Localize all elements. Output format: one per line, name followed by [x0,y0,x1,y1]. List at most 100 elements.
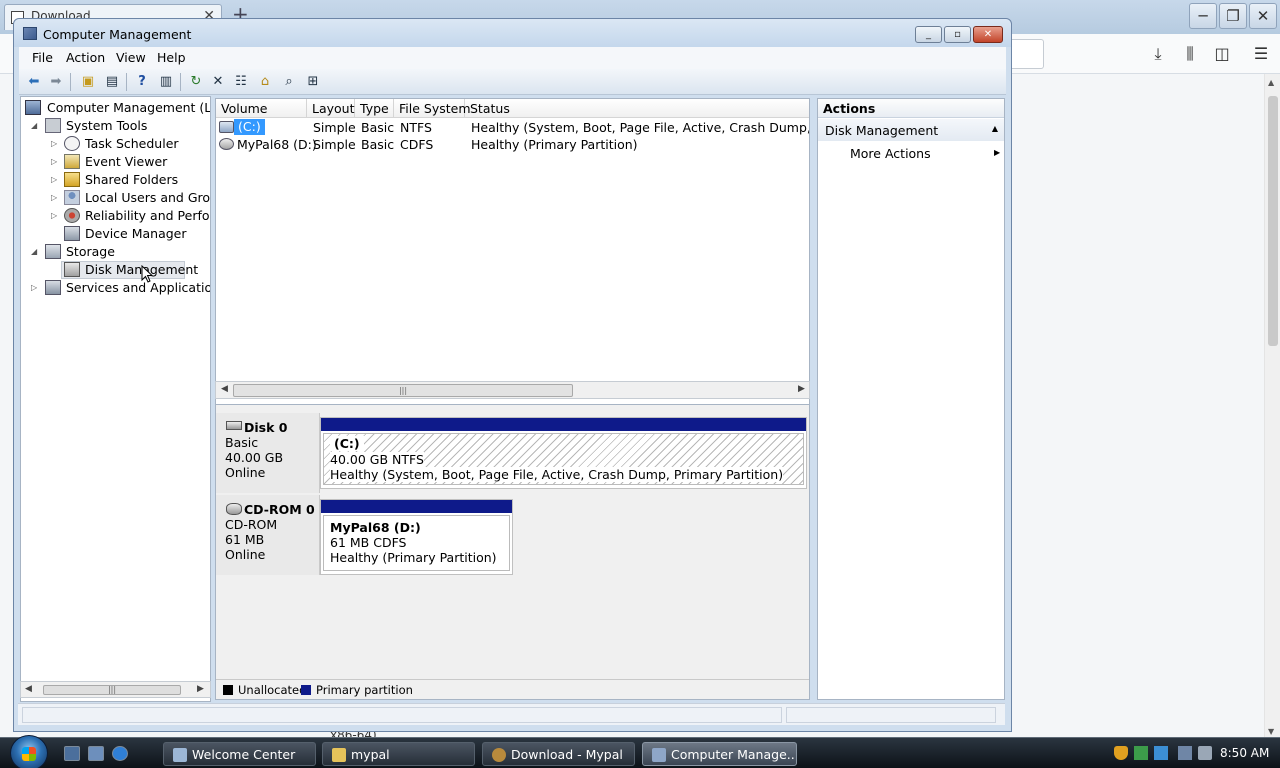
scroll-right-icon[interactable]: ▶ [197,684,204,694]
taskbar-button-welcome-center[interactable]: Welcome Center [163,742,316,766]
scroll-thumb[interactable]: ||| [43,685,181,695]
delete-icon[interactable]: ✕ [208,72,228,92]
scroll-down-icon[interactable]: ▼ [1268,727,1274,736]
partition-c[interactable]: (C:) 40.00 GB NTFS Healthy (System, Boot… [320,417,807,489]
close-button[interactable]: ✕ [973,26,1003,43]
disk-name: CD-ROM 0 [244,502,315,517]
clock[interactable]: 8:50 AM [1220,746,1269,760]
disk-size: 61 MB [225,532,265,547]
library-icon[interactable]: ⫼ [1180,44,1200,64]
column-header-layout[interactable]: Layout [307,99,355,118]
scroll-thumb[interactable] [1268,96,1278,346]
switch-windows-icon[interactable] [88,746,104,761]
collapse-arrow-icon[interactable]: ◢ [31,243,41,261]
forward-icon[interactable]: ➡ [46,72,66,92]
taskbar-button-mypal[interactable]: mypal [322,742,475,766]
tree-item-label: Storage [66,244,115,259]
rescan-icon[interactable]: ⊞ [303,72,323,92]
sidebar-icon[interactable]: ◫ [1212,44,1232,64]
menu-view[interactable]: View [116,50,146,65]
disk-0-label[interactable]: Disk 0 Basic 40.00 GB Online [216,413,320,493]
search-icon[interactable]: ⌕ [279,72,299,92]
toolbar-separator [180,73,181,91]
maximize-button[interactable]: ▫ [944,26,971,43]
help-icon[interactable]: ? [132,72,152,92]
actions-header: Actions [818,99,1004,118]
title-bar[interactable]: Computer Management _ ▫ ✕ [14,19,1011,47]
tree-item-disk-management[interactable]: Disk Management [61,261,198,279]
more-actions-link[interactable]: More Actions [850,146,931,161]
tree-item-reliability[interactable]: ▷ Reliability and Performa [21,207,210,225]
expand-arrow-icon[interactable]: ▷ [51,189,61,207]
up-folder-icon[interactable]: ▣ [78,72,98,92]
internet-explorer-icon[interactable] [112,746,128,761]
tree-item-computer-management[interactable]: Computer Management (Local [21,99,210,117]
computer-management-icon [652,748,666,762]
expand-arrow-icon[interactable]: ▷ [51,153,61,171]
menu-file[interactable]: File [32,50,53,65]
start-button[interactable] [10,735,48,768]
browser-minimize-button[interactable]: ─ [1189,3,1217,29]
tree-horizontal-scrollbar[interactable]: ◀ ||| ▶ [20,681,211,698]
browser-url-bar[interactable] [1012,39,1044,69]
hamburger-menu-icon[interactable]: ☰ [1251,44,1271,64]
column-header-file-system[interactable]: File System [394,99,471,118]
tree-item-device-manager[interactable]: Device Manager [21,225,210,243]
properties-icon[interactable]: ☷ [231,72,251,92]
network-sharing-icon[interactable] [1134,746,1148,760]
refresh-icon[interactable]: ↻ [186,72,206,92]
tree-item-system-tools[interactable]: ◢ System Tools [21,117,210,135]
volume-row[interactable]: MyPal68 (D:) Simple Basic CDFS Healthy (… [216,136,809,153]
shared-folder-icon [64,172,80,187]
scroll-thumb[interactable]: ||| [233,384,573,397]
collapse-caret-icon[interactable]: ▲ [992,124,998,133]
minimize-button[interactable]: _ [915,26,942,43]
update-icon[interactable] [1154,746,1168,760]
downloads-icon[interactable]: ⤓ [1148,44,1168,64]
tree-item-local-users[interactable]: ▷ Local Users and Groups [21,189,210,207]
volume-muted-icon[interactable] [1198,746,1212,760]
scroll-up-icon[interactable]: ▲ [1268,78,1274,87]
tree-item-task-scheduler[interactable]: ▷ Task Scheduler [21,135,210,153]
volume-list-horizontal-scrollbar[interactable]: ◀ ||| ▶ [215,381,810,399]
expand-arrow-icon[interactable]: ▷ [51,207,61,225]
open-icon[interactable]: ⌂ [255,72,275,92]
collapse-arrow-icon[interactable]: ◢ [31,117,41,135]
menu-action[interactable]: Action [66,50,105,65]
scroll-right-icon[interactable]: ▶ [798,384,805,394]
cd-rom-0-label[interactable]: CD-ROM 0 CD-ROM 61 MB Online [216,495,320,575]
network-icon[interactable] [1178,746,1192,760]
security-shield-icon[interactable] [1114,746,1128,760]
disk-state: Online [225,547,266,562]
expand-arrow-icon[interactable]: ▷ [31,279,41,297]
browser-close-button[interactable]: ✕ [1249,3,1277,29]
taskbar-button-computer-management[interactable]: Computer Manage... [642,742,797,766]
expand-arrow-icon[interactable]: ▷ [51,135,61,153]
scroll-left-icon[interactable]: ◀ [221,384,228,394]
browser-restore-button[interactable]: ❐ [1219,3,1247,29]
tree-item-services-applications[interactable]: ▷ Services and Applications [21,279,210,297]
expand-arrow-icon[interactable]: ▷ [51,171,61,189]
volume-file-system: NTFS [400,120,432,135]
menu-help[interactable]: Help [157,50,186,65]
browser-vertical-scrollbar[interactable]: ▲ ▼ [1264,74,1280,740]
column-header-status[interactable]: Status [465,99,809,118]
column-header-volume[interactable]: Volume [216,99,307,118]
scroll-left-icon[interactable]: ◀ [25,684,32,694]
taskbar-button-download-mypal[interactable]: Download - Mypal [482,742,635,766]
show-hide-tree-icon[interactable]: ▤ [102,72,122,92]
volume-file-system: CDFS [400,137,434,152]
partition-size: 61 MB CDFS [330,535,407,550]
column-header-type[interactable]: Type [355,99,394,118]
partition-d[interactable]: MyPal68 (D:) 61 MB CDFS Healthy (Primary… [320,499,513,575]
show-hide-action-pane-icon[interactable]: ▥ [156,72,176,92]
tree-item-event-viewer[interactable]: ▷ Event Viewer [21,153,210,171]
back-icon[interactable]: ⬅ [24,72,44,92]
storage-icon [45,244,61,259]
mypal-browser-icon [492,748,506,762]
tree-item-storage[interactable]: ◢ Storage [21,243,210,261]
volume-row[interactable]: (C:) Simple Basic NTFS Healthy (System, … [216,119,809,136]
actions-section-disk-management[interactable]: Disk Management ▲ [818,119,1004,141]
tree-item-shared-folders[interactable]: ▷ Shared Folders [21,171,210,189]
show-desktop-icon[interactable] [64,746,80,761]
